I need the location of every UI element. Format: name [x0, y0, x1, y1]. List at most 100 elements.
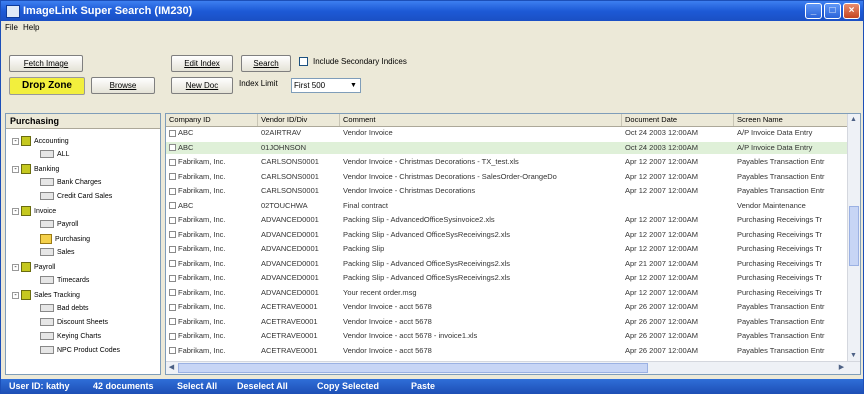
include-secondary-checkbox[interactable] — [299, 57, 308, 66]
row-checkbox[interactable] — [169, 187, 176, 195]
tree-node-timecards[interactable]: Timecards — [40, 276, 89, 286]
maximize-icon[interactable]: □ — [824, 3, 841, 19]
chevron-down-icon[interactable]: ▼ — [348, 80, 359, 91]
tree-node-bank-charges[interactable]: Bank Charges — [40, 178, 101, 188]
minimize-icon[interactable]: _ — [805, 3, 822, 19]
table-row[interactable]: Fabrikam, Inc. ADVANCED0001 Packing Slip -… — [166, 258, 849, 270]
table-row[interactable]: Fabrikam, Inc. CARLSONS0001 Vendor Invoice… — [166, 156, 849, 168]
row-checkbox[interactable] — [169, 173, 176, 181]
table-row[interactable]: ABC 01JOHNSON Oct 24 2003 12:00AM A/P Invoi… — [166, 141, 849, 154]
table-row[interactable]: ABC 02TOUCHWA Final contract Vendor Mainten… — [166, 200, 849, 212]
cabinet-icon — [21, 136, 31, 146]
drop-zone-button[interactable]: Drop Zone — [9, 77, 85, 95]
new-doc-button[interactable]: New Doc — [171, 77, 233, 94]
collapse-icon[interactable]: - — [12, 137, 19, 145]
horizontal-scroll-thumb[interactable] — [178, 363, 648, 373]
table-cell: Apr 12 2007 12:00AM — [622, 214, 734, 226]
scroll-down-icon[interactable]: ▼ — [848, 350, 859, 361]
tree-node-banking[interactable]: - Banking — [12, 164, 59, 175]
scroll-right-icon[interactable]: ▶ — [836, 362, 847, 373]
tree-node-payroll[interactable]: Payroll — [40, 220, 78, 230]
cell-text: Apr 12 2007 12:00AM — [625, 287, 698, 297]
column-document-date[interactable]: Document Date — [622, 114, 734, 126]
row-checkbox[interactable] — [169, 158, 176, 166]
copy-selected-link[interactable]: Copy Selected — [317, 381, 379, 391]
table-row[interactable]: Fabrikam, Inc. ACETRAVE0001 Vendor Invoice… — [166, 330, 849, 342]
tree-node-sales-tracking[interactable]: - Sales Tracking — [12, 290, 80, 301]
row-checkbox[interactable] — [169, 144, 176, 152]
search-button[interactable]: Search — [241, 55, 291, 72]
tree-node-payroll-group[interactable]: - Payroll — [12, 262, 55, 273]
collapse-icon[interactable]: - — [12, 207, 19, 215]
row-checkbox[interactable] — [169, 216, 176, 224]
collapse-icon[interactable]: - — [12, 263, 19, 271]
close-icon[interactable]: × — [843, 3, 860, 19]
column-comment[interactable]: Comment — [340, 114, 622, 126]
table-row[interactable]: Fabrikam, Inc. ADVANCED0001 Packing Slip -… — [166, 229, 849, 241]
index-limit-select[interactable]: First 500 ▼ — [291, 78, 361, 93]
tree-node-all[interactable]: ALL — [40, 150, 69, 160]
table-row[interactable]: Fabrikam, Inc. ADVANCED0001 Your recent or… — [166, 287, 849, 299]
row-checkbox[interactable] — [169, 303, 176, 311]
tree-node-bad-debts[interactable]: Bad debts — [40, 304, 89, 314]
table-cell: Apr 12 2007 12:00AM — [622, 156, 734, 168]
paste-link[interactable]: Paste — [411, 381, 435, 391]
tree-node-invoice[interactable]: - Invoice — [12, 206, 56, 217]
table-cell: Apr 12 2007 12:00AM — [622, 171, 734, 183]
tree-node-keying-charts[interactable]: Keying Charts — [40, 332, 101, 342]
menu-file[interactable]: File — [5, 23, 18, 32]
browse-button[interactable]: Browse — [91, 77, 155, 94]
menu-help[interactable]: Help — [23, 23, 39, 32]
fetch-image-button[interactable]: Fetch Image — [9, 55, 83, 72]
column-vendor-id[interactable]: Vendor ID/Div — [258, 114, 340, 126]
row-checkbox[interactable] — [169, 231, 176, 239]
row-checkbox[interactable] — [169, 202, 176, 210]
table-row[interactable]: Fabrikam, Inc. ACETRAVE0001 Vendor Invoice… — [166, 345, 849, 357]
table-cell: A/P Invoice Data Entry — [734, 127, 849, 139]
select-all-link[interactable]: Select All — [177, 381, 217, 391]
tree-node-sales[interactable]: Sales — [40, 248, 75, 258]
cell-text: ACETRAVE0001 — [261, 331, 318, 340]
row-checkbox[interactable] — [169, 318, 176, 326]
tree-node-accounting[interactable]: - Accounting — [12, 136, 69, 147]
vertical-scrollbar[interactable]: ▲ ▼ — [847, 114, 860, 362]
column-company-id[interactable]: Company ID — [166, 114, 258, 126]
cell-text: Fabrikam, Inc. — [178, 157, 226, 166]
table-row[interactable]: Fabrikam, Inc. ADVANCED0001 Packing Slip -… — [166, 272, 849, 284]
tree-node-discount-sheets[interactable]: Discount Sheets — [40, 318, 108, 328]
tree-node-purchasing[interactable]: Purchasing — [40, 234, 90, 245]
table-cell: Fabrikam, Inc. — [166, 214, 258, 226]
table-row[interactable]: Fabrikam, Inc. ADVANCED0001 Packing Slip Ap… — [166, 243, 849, 255]
table-row[interactable]: Fabrikam, Inc. ACETRAVE0001 Vendor Invoice… — [166, 316, 849, 328]
table-row[interactable]: Fabrikam, Inc. CARLSONS0001 Vendor Invoice… — [166, 185, 849, 197]
table-cell: Apr 12 2007 12:00AM — [622, 243, 734, 255]
table-cell: Fabrikam, Inc. — [166, 185, 258, 197]
row-checkbox[interactable] — [169, 260, 176, 268]
table-cell: ADVANCED0001 — [258, 214, 340, 226]
vertical-scroll-thumb[interactable] — [849, 206, 859, 266]
scroll-left-icon[interactable]: ◀ — [166, 362, 177, 373]
table-row[interactable]: ABC 02AIRTRAV Vendor Invoice Oct 24 2003 12… — [166, 127, 849, 139]
row-checkbox[interactable] — [169, 129, 176, 137]
row-checkbox[interactable] — [169, 274, 176, 282]
row-checkbox[interactable] — [169, 347, 176, 355]
row-checkbox[interactable] — [169, 332, 176, 340]
edit-index-button[interactable]: Edit Index — [171, 55, 233, 72]
row-checkbox[interactable] — [169, 245, 176, 253]
table-row[interactable]: Fabrikam, Inc. ACETRAVE0001 Vendor Invoice… — [166, 301, 849, 313]
cell-text: Fabrikam, Inc. — [178, 258, 226, 268]
horizontal-scrollbar[interactable]: ◀ ▶ — [166, 361, 860, 374]
table-row[interactable]: Fabrikam, Inc. CARLSONS0001 Vendor Invoice… — [166, 171, 849, 183]
tree-node-credit-card-sales[interactable]: Credit Card Sales — [40, 192, 112, 202]
tree-node-npc-product-codes[interactable]: NPC Product Codes — [40, 346, 120, 356]
cell-text: Apr 12 2007 12:00AM — [625, 186, 698, 195]
row-checkbox[interactable] — [169, 289, 176, 297]
column-screen-name[interactable]: Screen Name — [734, 114, 849, 126]
table-row[interactable]: Fabrikam, Inc. ADVANCED0001 Packing Slip -… — [166, 214, 849, 226]
collapse-icon[interactable]: - — [12, 291, 19, 299]
collapse-icon[interactable]: - — [12, 165, 19, 173]
scroll-up-icon[interactable]: ▲ — [848, 114, 859, 125]
table-cell: Payables Transaction Entr — [734, 316, 849, 328]
deselect-all-link[interactable]: Deselect All — [237, 381, 288, 391]
cell-text: ACETRAVE0001 — [261, 302, 318, 311]
